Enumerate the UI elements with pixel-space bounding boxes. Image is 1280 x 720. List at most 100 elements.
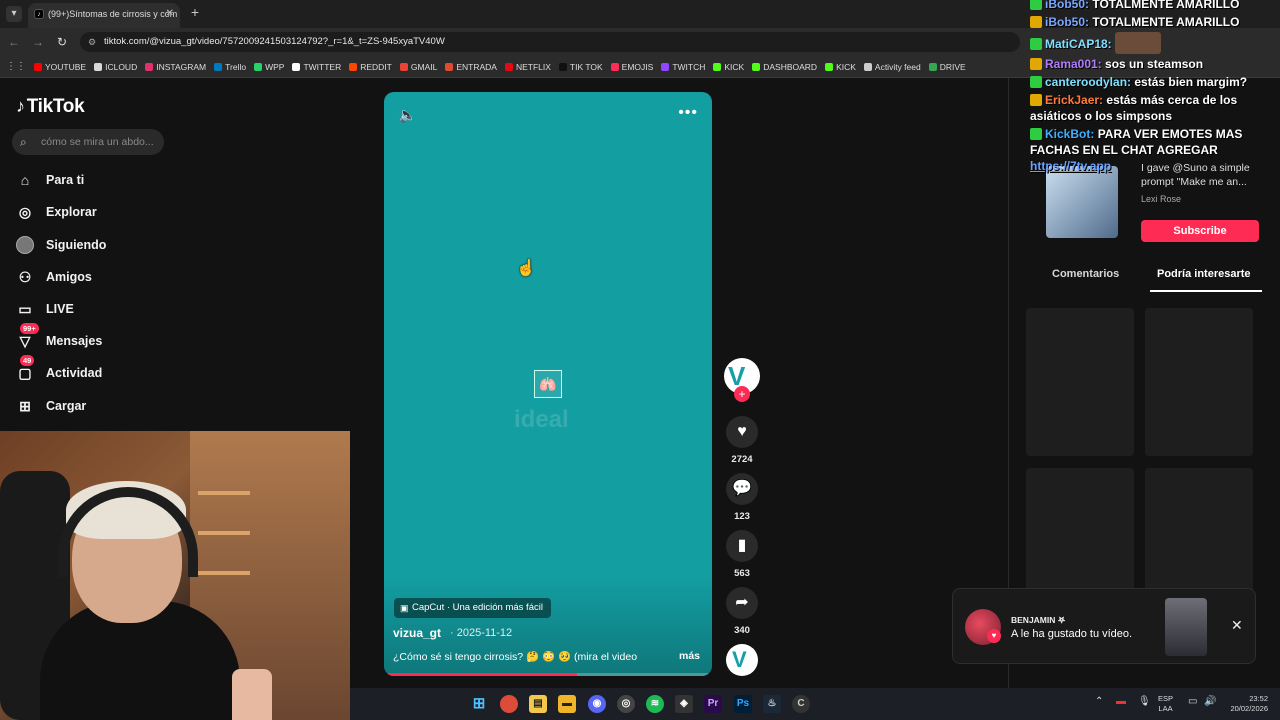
photoshop-icon[interactable]: Ps <box>734 695 752 713</box>
obs-icon[interactable]: ◎ <box>617 695 635 713</box>
chat-badge-icon <box>1030 94 1042 106</box>
apps-icon[interactable]: ⋮⋮ <box>6 61 26 72</box>
url-field[interactable]: ⚙ tiktok.com/@vizua_gt/video/75720092415… <box>80 32 1020 52</box>
share-icon[interactable]: ➦ <box>726 587 758 619</box>
bookmark-label: DASHBOARD <box>763 61 818 72</box>
sidebar-item-actividad[interactable]: ▢ 49 Actividad <box>16 355 102 385</box>
sidebar-item-mensajes[interactable]: ▽ 99+ Mensajes <box>16 323 102 353</box>
webcam-shelf <box>198 531 250 535</box>
folder-icon[interactable]: ▬ <box>558 695 576 713</box>
premiere-icon[interactable]: Pr <box>704 695 722 713</box>
tab-comments[interactable]: Comentarios <box>1052 268 1119 280</box>
bookmark-item[interactable]: GMAIL <box>399 62 437 72</box>
close-icon[interactable]: ✕ <box>1231 617 1243 634</box>
bookmark-item[interactable]: KICK <box>713 62 744 72</box>
capcut-badge[interactable]: ▣ CapCut · Una edición más fácil <box>394 598 551 618</box>
bookmark-item[interactable]: TIK TOK <box>558 62 603 72</box>
tiktok-logo[interactable]: ♪ TikTok <box>16 96 85 118</box>
bookmark-icon[interactable]: ▮ <box>726 530 758 562</box>
more-options-icon[interactable]: ••• <box>678 104 698 122</box>
sidebar-item-amigos[interactable]: ⚇ Amigos <box>16 265 92 289</box>
bookmark-item[interactable]: DASHBOARD <box>752 62 817 72</box>
chat-badge-icon <box>1030 76 1042 88</box>
site-info-icon[interactable]: ⚙ <box>88 32 96 52</box>
bookmark-favicon-icon <box>661 62 670 71</box>
bookmark-favicon-icon <box>713 62 722 71</box>
bookmark-item[interactable]: TWITTER <box>292 62 341 72</box>
bookmark-item[interactable]: WPP <box>254 62 284 72</box>
discord-icon[interactable]: ◉ <box>588 695 606 713</box>
heart-icon[interactable]: ♥ <box>726 416 758 448</box>
bookmark-item[interactable]: ENTRADA <box>445 62 497 72</box>
sidebar-item-label: Siguiendo <box>46 238 107 252</box>
sidebar-item-siguiendo[interactable]: ● Siguiendo <box>16 233 106 257</box>
bookmark-item[interactable]: EMOJIS <box>610 62 653 72</box>
share-action[interactable]: ➦ 340 <box>724 587 760 636</box>
chat-link[interactable]: https://7tv.app <box>1030 158 1280 174</box>
epic-icon[interactable]: ◈ <box>675 695 693 713</box>
save-action[interactable]: ▮ 563 <box>724 530 760 579</box>
browser-tab[interactable]: ♪ (99+)Síntomas de cirrosis y cóm ✕ <box>28 3 180 28</box>
volume-icon[interactable]: 🔈 <box>398 106 417 124</box>
windows-start-icon[interactable]: ⊞ <box>470 695 488 713</box>
bookmark-item[interactable]: Trello <box>214 62 246 72</box>
like-action[interactable]: ♥ 2724 <box>724 416 760 465</box>
video-player[interactable]: 🔈 ••• 🫁 ideal ☝ ▣ CapCut · Una edición m… <box>384 92 712 676</box>
sidebar-item-explorar[interactable]: ◎ Explorar <box>16 200 97 224</box>
sidebar-item-live[interactable]: ▭ LIVE <box>16 297 73 321</box>
sidebar-item-cargar[interactable]: ⊞ Cargar <box>16 394 86 418</box>
chrome-icon[interactable] <box>500 695 518 713</box>
notification-video-thumbnail[interactable] <box>1165 598 1207 656</box>
tray-flag-icon[interactable]: ▬ <box>1116 696 1126 707</box>
microphone-icon[interactable]: 🎙 <box>1138 696 1151 707</box>
subscribe-button[interactable]: Subscribe <box>1141 220 1259 242</box>
comment-action[interactable]: 💬 123 <box>724 473 760 522</box>
message-icon: ▽ 99+ <box>16 323 39 350</box>
video-watermark: ideal <box>514 406 569 433</box>
video-date: · 2025-11-12 <box>450 627 513 639</box>
heart-badge-icon: ♥ <box>987 629 1001 643</box>
new-tab-button[interactable]: + <box>188 5 202 19</box>
bookmark-item[interactable]: ICLOUD <box>94 62 137 72</box>
bookmark-label: Activity feed <box>874 61 921 72</box>
bookmark-item[interactable]: TWITCH <box>661 62 705 72</box>
clock[interactable]: 23:52 20/02/2026 <box>1226 694 1268 714</box>
bookmark-favicon-icon <box>504 62 513 71</box>
bookmark-item[interactable]: NETFLIX <box>504 62 551 72</box>
tab-suggestions[interactable]: Podría interesarte <box>1157 268 1251 280</box>
bookmark-favicon-icon <box>292 62 301 71</box>
video-author[interactable]: vizua_gt <box>393 626 441 640</box>
like-notification[interactable]: ♥ BENJAMIN 𖤐 A le ha gustado tu vídeo. ✕ <box>952 588 1256 664</box>
bookmark-item[interactable]: INSTAGRAM <box>145 62 206 72</box>
follow-button[interactable]: + <box>734 386 750 402</box>
promo-thumbnail[interactable] <box>1046 166 1118 238</box>
spotify-icon[interactable]: ≋ <box>646 695 664 713</box>
video-caption: ¿Cómo sé si tengo cirrosis? 🤔 😳 🥺 (mira … <box>393 651 638 663</box>
bookmark-item[interactable]: DRIVE <box>928 62 966 72</box>
comment-icon[interactable]: 💬 <box>726 473 758 505</box>
bookmark-item[interactable]: REDDIT <box>349 62 392 72</box>
tab-close-icon[interactable]: ✕ <box>166 3 174 25</box>
chat-message: KickBot: PARA VER EMOTES MAS FACHAS EN E… <box>1030 126 1280 174</box>
sidebar-item-para-ti[interactable]: ⌂ Para ti <box>16 168 84 192</box>
reload-icon[interactable]: ↻ <box>54 34 70 50</box>
chat-badge-icon <box>1030 16 1042 28</box>
bookmark-item[interactable]: KICK <box>825 62 856 72</box>
more-caption-button[interactable]: más <box>679 650 700 662</box>
network-icon[interactable]: ▭ <box>1188 696 1197 707</box>
video-progress-bar[interactable] <box>388 673 708 676</box>
search-input[interactable]: ⌕ cómo se mira un abdo... <box>12 129 164 155</box>
forward-icon[interactable]: → <box>30 34 46 50</box>
tab-search-button[interactable]: ▾ <box>6 6 22 22</box>
steam-icon[interactable]: ♨ <box>763 695 781 713</box>
capcut-app-icon[interactable]: C <box>792 695 810 713</box>
back-icon[interactable]: ← <box>6 34 22 50</box>
bookmark-item[interactable]: YOUTUBE <box>34 62 86 72</box>
tray-chevron-icon[interactable]: ⌃ <box>1095 696 1103 707</box>
music-disc-avatar[interactable]: V <box>726 644 758 676</box>
notes-icon[interactable]: ▤ <box>529 695 547 713</box>
volume-tray-icon[interactable]: 🔊 <box>1204 696 1216 707</box>
stream-chat-overlay: iBob50: TOTALMENTE AMARILLO iBob50: TOTAL… <box>1030 0 1280 176</box>
language-indicator[interactable]: ESP LAA <box>1158 694 1173 714</box>
bookmark-item[interactable]: Activity feed <box>863 61 921 72</box>
